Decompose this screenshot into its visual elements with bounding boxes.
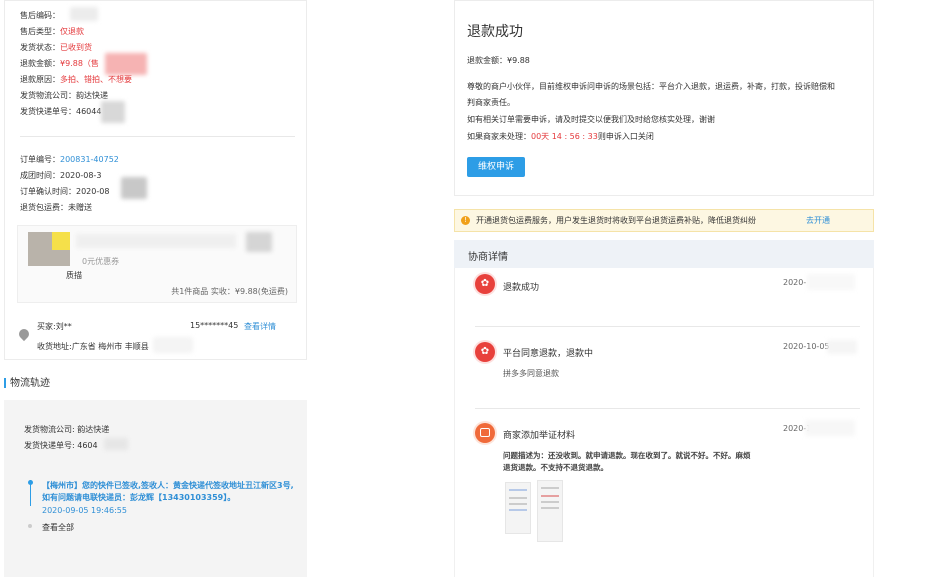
refund-success-icon: ✿ <box>475 274 495 294</box>
order-total: 共1件商品 实收：¥9.88(免运费) <box>171 287 288 296</box>
timeline-item-time: 2020-10-05 <box>783 342 830 351</box>
order-info-panel: 售后编码： 售后类型：仅退款 发货状态：已收到货 退款金额：¥9.88（售 退款… <box>4 0 307 360</box>
logistics-latest-time: 2020-09-05 19:46:55 <box>42 506 127 515</box>
product-card[interactable]: 0元优惠券 质描 共1件商品 实收：¥9.88(免运费) <box>17 225 297 303</box>
timeline-item-title: 平台同意退款，退款中 <box>503 349 594 359</box>
product-name: 质描 <box>66 271 82 280</box>
timeline-item-body: 拼多多同意退款 <box>503 369 559 378</box>
product-image <box>28 232 70 266</box>
logistics-title: 物流轨迹 <box>4 374 50 389</box>
negotiation-title: 协商详情 <box>468 252 508 263</box>
ship-status: 发货状态：已收到货 <box>20 43 92 52</box>
refund-status-panel: 退款成功 退款金额：¥9.88 尊敬的商户小伙伴，目前维权申诉问申诉的场景包括：… <box>454 0 874 196</box>
return-fee: 退货包运费：未赠送 <box>20 203 92 212</box>
timeline-dot <box>28 524 32 528</box>
timeline-dot-active <box>28 480 33 485</box>
timeline-item-body: 问题描述为：还没收到。就申请退款。现在收到了。就说不好。不好。麻烦退货退款。不支… <box>503 451 751 472</box>
negotiation-header: 协商详情 <box>454 240 874 268</box>
buyer-phone: 15*******45 <box>190 321 239 330</box>
order-confirmed: 订单确认时间：2020-08 <box>20 187 110 196</box>
view-detail-link[interactable]: 查看详情 <box>244 321 276 332</box>
notice-bar: ! 开通退货包运费服务，用户发生退货时将收到平台退货运费补贴，降低退货纠纷 去开通 <box>454 209 874 232</box>
timeline-item-title: 退款成功 <box>503 283 540 293</box>
refund-amount: 退款金额：¥9.88（售 <box>20 59 99 68</box>
refund-desc-1: 尊敬的商户小伙伴，目前维权申诉问申诉的场景包括：平台介入退款，退运费，补寄，打款… <box>467 82 835 91</box>
view-all-link[interactable]: 查看全部 <box>42 522 74 533</box>
logistics-tracking: 发货快递单号: 4604 <box>24 441 98 450</box>
order-no-link[interactable]: 200831-40752 <box>60 155 119 164</box>
location-pin-icon <box>16 326 32 342</box>
buyer-name: 买家:刘** <box>37 322 72 331</box>
after-sale-no: 售后编码： <box>20 11 60 20</box>
notice-link[interactable]: 去开通 <box>806 210 830 231</box>
refund-title: 退款成功 <box>467 24 523 40</box>
order-no: 订单编号：200831-40752 <box>20 155 119 164</box>
appeal-button[interactable]: 维权申诉 <box>467 157 525 177</box>
timeline-item-title: 商家添加举证材料 <box>503 431 576 441</box>
ship-tracking: 发货快递单号：46044 <box>20 107 102 116</box>
info-icon: ! <box>461 216 470 225</box>
refund-desc-3: 如有相关订单需要申诉，请及时提交以便我们及时给您核实处理，谢谢 <box>467 115 715 124</box>
platform-agree-icon: ✿ <box>475 342 495 362</box>
document-icon <box>475 423 495 443</box>
logistics-latest: 【梅州市】您的快件已签收,签收人：黄金快递代签收地址丑江新区3号,如有问题请电联… <box>42 481 294 502</box>
evidence-image-1[interactable] <box>505 482 531 534</box>
evidence-image-2[interactable] <box>537 480 563 542</box>
logistics-panel: 发货物流公司: 韵达快递 发货快递单号: 4604 【梅州市】您的快件已签收,签… <box>4 400 307 577</box>
refund-desc-4: 如果商家未处理：00天 14 : 56 : 33则申诉入口关闭 <box>467 132 654 141</box>
ship-company: 发货物流公司：韵达快递 <box>20 91 108 100</box>
refund-amount-line: 退款金额：¥9.88 <box>467 56 530 65</box>
refund-desc-2: 判商家责任。 <box>467 98 515 107</box>
order-created: 成团时间：2020-08-3 <box>20 171 102 180</box>
logistics-company: 发货物流公司: 韵达快递 <box>24 425 110 434</box>
negotiation-list: ✿ 退款成功 2020- ✿ 平台同意退款，退款中 2020-10-05 拼多多… <box>454 268 874 577</box>
coupon: 0元优惠券 <box>82 257 120 266</box>
notice-text: 开通退货包运费服务，用户发生退货时将收到平台退货运费补贴，降低退货纠纷 <box>476 216 756 225</box>
after-sale-type: 售后类型：仅退款 <box>20 27 84 36</box>
buyer-address: 收货地址:广东省 梅州市 丰顺县 <box>37 342 149 351</box>
refund-reason: 退款原因：多拍、错拍、不想要 <box>20 75 132 84</box>
timeline-item-time: 2020- <box>783 278 807 287</box>
